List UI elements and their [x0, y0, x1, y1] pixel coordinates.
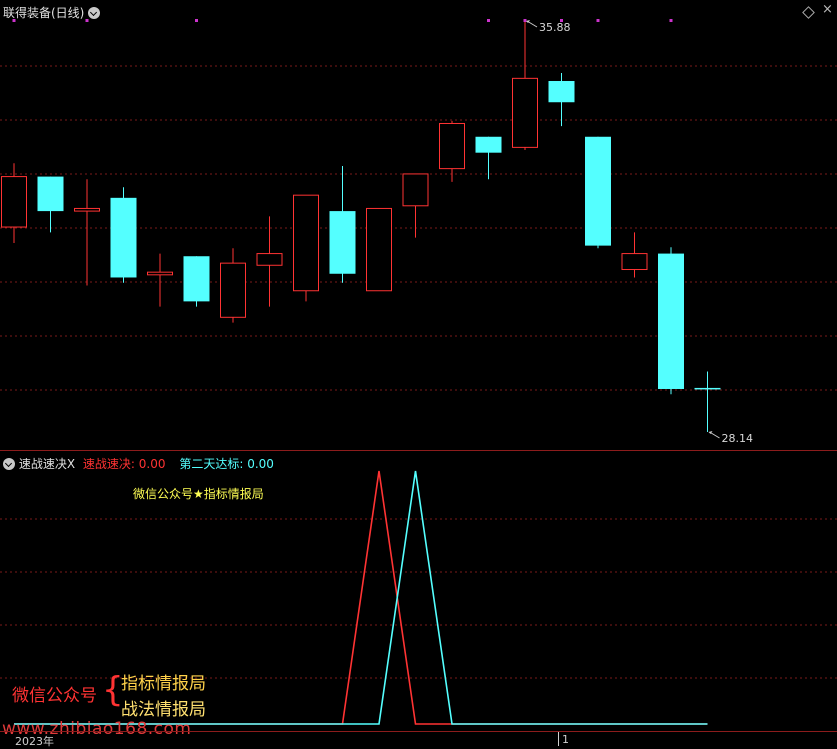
high-price-label: 35.88	[539, 21, 571, 34]
candle-body[interactable]	[366, 207, 392, 292]
candle-body[interactable]	[329, 211, 356, 274]
main-title-row: 联得装备(日线)	[3, 4, 101, 21]
candle-body[interactable]	[110, 197, 137, 278]
candle-body[interactable]	[147, 271, 173, 276]
tick-label: 1	[562, 733, 569, 746]
watermark-top: 微信公众号★指标情报局	[133, 487, 264, 501]
candlestick-chart[interactable]: 35.88 28.14	[0, 0, 837, 450]
chevron-down-icon[interactable]	[3, 458, 15, 470]
candle-body[interactable]	[548, 81, 575, 103]
close-icon[interactable]: ×	[822, 2, 833, 17]
signal-marker	[669, 19, 673, 22]
axis-tick	[558, 732, 559, 746]
candle-body[interactable]	[475, 136, 502, 153]
candle-body[interactable]	[439, 122, 465, 170]
candle-body[interactable]	[585, 136, 611, 246]
line2-value: 0.00	[247, 457, 274, 471]
candle-body[interactable]	[220, 262, 246, 318]
indicator-title-row: 速战速决X 速战速决: 0.00 第二天达标: 0.00	[3, 455, 274, 472]
footer-left-text: 微信公众号	[12, 686, 97, 706]
candle-body[interactable]	[694, 387, 721, 390]
candle-body[interactable]	[37, 176, 64, 212]
candle-body[interactable]	[512, 77, 538, 148]
low-price-label: 28.14	[722, 432, 754, 445]
candle-body[interactable]	[621, 253, 648, 271]
year-label: 2023年	[15, 735, 54, 748]
candle-body[interactable]	[183, 256, 210, 302]
candle-body[interactable]	[402, 173, 429, 207]
signal-marker	[195, 19, 198, 22]
signal-marker	[487, 19, 490, 22]
candle-body[interactable]	[658, 253, 684, 389]
candle-body[interactable]	[256, 253, 283, 266]
indicator-name[interactable]: 速战速决X	[19, 457, 75, 471]
line1-label: 速战速决:	[82, 457, 135, 471]
main-chart-panel[interactable]: 35.88 28.14 联得装备(日线) ×	[0, 0, 837, 450]
time-axis: 2023年 1	[0, 731, 837, 748]
stock-title: 联得装备(日线)	[3, 6, 85, 20]
candle-body[interactable]	[293, 194, 319, 292]
footer-right-line1: 指标情报局	[121, 674, 206, 694]
signal-marker	[596, 19, 600, 22]
candle-body[interactable]	[1, 176, 27, 228]
line1-value: 0.00	[138, 457, 166, 471]
candle-body[interactable]	[74, 207, 100, 212]
line2-label: 第二天达标:	[179, 457, 244, 471]
footer-right-line2: 战法情报局	[121, 700, 206, 720]
signal-marker	[523, 19, 527, 22]
chevron-down-icon[interactable]	[88, 7, 101, 19]
indicator-panel[interactable]: 速战速决X 速战速决: 0.00 第二天达标: 0.00 微信公众号★指标情报局…	[0, 451, 837, 748]
